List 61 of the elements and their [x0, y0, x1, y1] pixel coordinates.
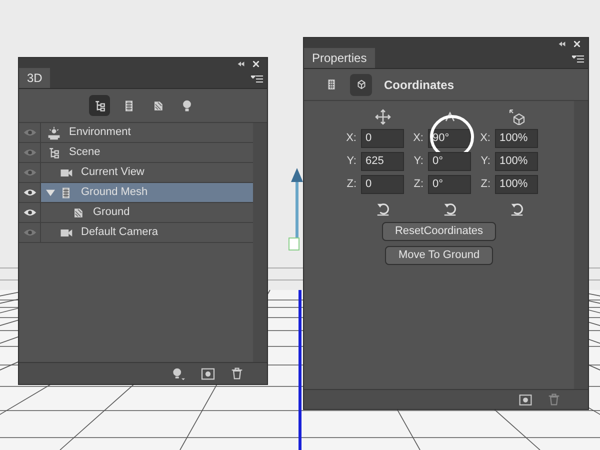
scene-icon: [92, 98, 106, 112]
value-field[interactable]: 625: [360, 152, 404, 171]
layer-row[interactable]: Ground Mesh: [41, 183, 253, 202]
value-field[interactable]: 90°: [428, 129, 470, 148]
axis-label: Z:: [480, 177, 490, 192]
layer-row[interactable]: Environment: [41, 123, 253, 142]
scrollbar-track[interactable]: [253, 123, 267, 362]
panel-menu-icon[interactable]: [251, 75, 263, 83]
expand-triangle-icon[interactable]: [46, 188, 55, 197]
collapse-icon[interactable]: [558, 40, 566, 46]
value-field[interactable]: 0°: [428, 152, 470, 171]
layer-name: Current View: [81, 165, 144, 180]
axis-label: Z:: [412, 177, 424, 192]
reset-icon[interactable]: [442, 201, 458, 216]
environment-icon: [47, 126, 61, 140]
close-icon[interactable]: [253, 60, 259, 66]
layer-name: Default Camera: [81, 225, 158, 240]
value-field[interactable]: 0: [360, 129, 404, 148]
filter-button[interactable]: [89, 95, 110, 116]
reset-icon[interactable]: [508, 201, 524, 216]
close-icon[interactable]: [574, 40, 580, 46]
axis-label: Y:: [412, 154, 424, 170]
section-title: Coordinates: [384, 76, 454, 94]
eye-icon[interactable]: [22, 188, 36, 197]
layer-name: Scene: [69, 145, 100, 160]
layer-name: Ground Mesh: [81, 185, 148, 200]
position-icon: [374, 109, 390, 125]
layer-row[interactable]: Scene: [41, 143, 253, 162]
layer-row[interactable]: Current View: [41, 163, 253, 182]
render-icon[interactable]: [201, 368, 215, 380]
value-field[interactable]: 0°: [428, 175, 470, 194]
scene-icon: [47, 146, 61, 160]
reset-icon[interactable]: [374, 201, 390, 216]
collapse-icon[interactable]: [237, 60, 245, 66]
axis-gizmo-drawing[interactable]: [288, 167, 304, 251]
axis-label: Y:: [480, 154, 490, 170]
value-field[interactable]: 100%: [494, 129, 538, 148]
action-button[interactable]: ResetCoordinates: [382, 222, 496, 241]
axis-label: Z:: [346, 177, 356, 192]
layer-name: Environment: [69, 125, 131, 140]
layer-row[interactable]: Default Camera: [41, 223, 253, 242]
axis-label: X:: [345, 131, 356, 146]
value-field[interactable]: 100%: [494, 152, 538, 171]
axis-label: X:: [479, 131, 490, 146]
value-field[interactable]: 0: [360, 175, 404, 194]
scale-icon: [508, 109, 524, 125]
render-icon[interactable]: [519, 394, 532, 406]
scrollbar-track[interactable]: [574, 101, 588, 389]
panel-tab[interactable]: Properties: [304, 48, 375, 68]
light-bulb-icon[interactable]: [171, 366, 185, 380]
panel-tab[interactable]: 3D: [19, 68, 50, 88]
panel-menu-icon[interactable]: [572, 55, 584, 63]
layer-name: Ground: [93, 205, 130, 220]
trash-icon[interactable]: [231, 367, 243, 380]
mode-button[interactable]: [350, 74, 372, 96]
axis-label: Y:: [346, 154, 356, 170]
value-field[interactable]: 100%: [494, 175, 538, 194]
layer-row[interactable]: Ground: [41, 203, 253, 222]
eye-icon[interactable]: [22, 208, 36, 217]
axis-label: X:: [412, 131, 424, 146]
action-button[interactable]: Move To Ground: [385, 246, 493, 265]
